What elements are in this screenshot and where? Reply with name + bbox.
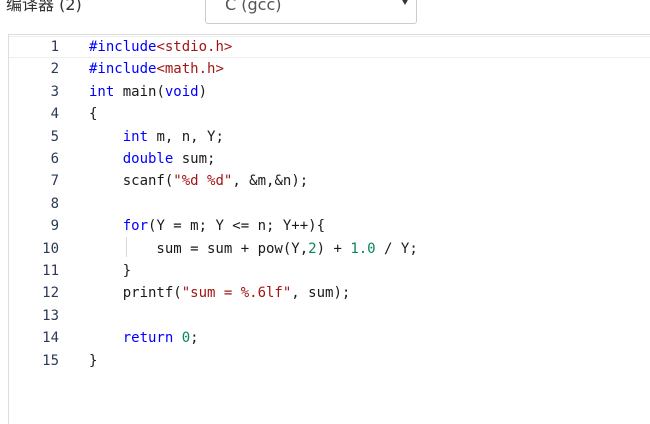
code-token: ) + (316, 240, 351, 257)
line-number: 2 (50, 61, 59, 78)
code-line[interactable]: scanf("%d %d", &m,&n); (89, 170, 308, 192)
code-token: 0 (181, 330, 191, 347)
code-token: scanf( (89, 173, 174, 190)
code-token: m, n, Y; (148, 128, 224, 145)
code-token: main( (114, 83, 165, 100)
code-token: , sum); (291, 285, 351, 302)
line-number: 13 (42, 307, 59, 324)
code-editor[interactable]: 1 2 3 4 5 6 7 8 9 10 11 12 13 14 15 #include<stdio.h> #… (8, 34, 650, 424)
indent-guide (126, 237, 127, 257)
line-number: 10 (42, 240, 59, 257)
code-token: } (89, 352, 98, 369)
code-token: (Y = m; Y <= n; Y++){ (148, 218, 326, 235)
line-number: 14 (42, 330, 59, 347)
code-token: } (89, 263, 132, 279)
code-token: / Y; (375, 240, 418, 257)
code-token: 2 (308, 240, 317, 257)
code-line[interactable]: return 0; (89, 327, 199, 349)
line-number: 15 (42, 352, 59, 369)
line-number: 4 (50, 106, 59, 123)
code-line[interactable]: for(Y = m; Y <= n; Y++){ (89, 215, 325, 237)
line-number: 1 (50, 39, 59, 55)
code-token: int (89, 83, 115, 100)
line-number: 6 (50, 151, 59, 167)
code-line[interactable]: sum = sum + pow(Y,2) + 1.0 / Y; (89, 238, 418, 260)
code-token: return (122, 330, 174, 347)
code-token: ; (190, 330, 199, 347)
code-line[interactable]: double sum; (89, 148, 216, 170)
code-token: int (122, 128, 149, 145)
code-token: { (89, 106, 98, 123)
code-token: void (164, 83, 199, 100)
line-number: 5 (50, 128, 59, 145)
line-number: 9 (50, 218, 59, 235)
line-number: 11 (42, 263, 59, 279)
caret-down-icon (401, 0, 409, 5)
code-token: sum = sum + pow(Y, (89, 240, 309, 257)
code-token: ) (198, 83, 208, 100)
code-line[interactable]: } (89, 260, 131, 282)
code-token: <stdio.h> (156, 39, 233, 55)
code-line[interactable]: #include<math.h> (89, 58, 224, 80)
code-token: sum; (173, 151, 216, 167)
code-line[interactable]: #include<stdio.h> (89, 36, 232, 58)
code-token: #include (89, 61, 157, 78)
line-number: 12 (42, 285, 59, 302)
code-line[interactable]: { (89, 103, 97, 125)
line-number: 7 (50, 173, 59, 190)
compiler-selected-value: C (gcc) (225, 0, 282, 14)
code-line[interactable]: printf("sum = %.6lf", sum); (89, 282, 351, 304)
code-token: <math.h> (156, 61, 224, 78)
line-number: 3 (50, 83, 59, 100)
code-token: "%d %d" (173, 173, 233, 190)
code-token: #include (89, 39, 157, 55)
code-token: printf( (89, 285, 182, 302)
code-token: 1.0 (350, 240, 376, 257)
compiler-label: 编译器 (2) (6, 0, 82, 14)
line-number: 8 (50, 195, 59, 212)
code-token: double (122, 151, 174, 167)
code-token: "sum = %.6lf" (181, 285, 292, 302)
code-line[interactable]: } (89, 350, 97, 372)
line-number-gutter: 1 2 3 4 5 6 7 8 9 10 11 12 13 14 15 (9, 35, 69, 424)
code-token: for (122, 218, 149, 235)
code-line[interactable]: int main(void) (89, 81, 207, 103)
code-token: , &m,&n); (232, 173, 309, 190)
toolbar: 编译器 (2) C (gcc) (0, 0, 650, 34)
compiler-select[interactable]: C (gcc) (205, 0, 417, 24)
code-line[interactable]: int m, n, Y; (89, 126, 224, 148)
